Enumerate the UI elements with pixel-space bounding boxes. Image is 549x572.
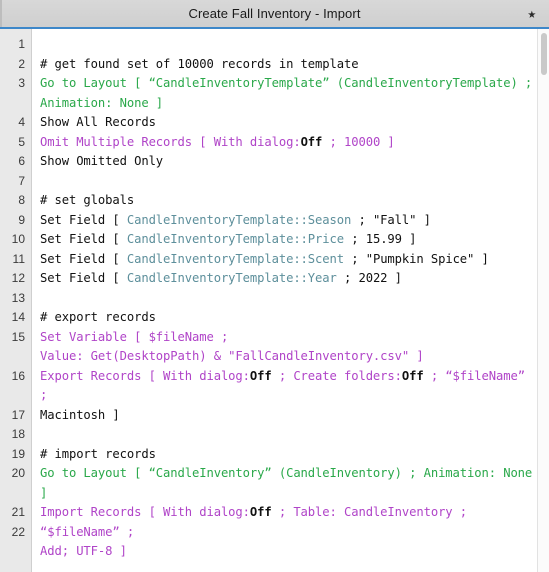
script-step-line-4[interactable]: Show All Records [40, 113, 537, 133]
field-reference-scent: CandleInventoryTemplate::Scent [126, 251, 344, 266]
line-number: 2 [18, 56, 25, 71]
export-charset-arg: Macintosh ] [40, 407, 120, 422]
import-records-step-label: Import Records [ With dialog: [40, 505, 250, 519]
comment-text: # export records [40, 310, 156, 324]
set-field-value-season: ; "Fall" ] [351, 212, 431, 227]
line-number: 19 [11, 446, 25, 461]
page-title: Create Fall Inventory - Import [188, 6, 361, 21]
line-number: 8 [18, 193, 25, 207]
script-step-line-21[interactable] [40, 562, 537, 572]
script-step-line-6[interactable]: Show Omitted Only [40, 152, 537, 172]
script-step-line-16[interactable]: Export Records [ With dialog:Off ; Creat… [40, 367, 537, 426]
line-number: 18 [11, 427, 25, 441]
line-number: 22 [11, 524, 25, 539]
script-step-line-17[interactable] [40, 425, 537, 445]
script-step-line-20[interactable]: Import Records [ With dialog:Off ; Table… [40, 503, 537, 562]
set-field-value-year: ; 2022 ] [336, 271, 402, 285]
line-number: 16 [11, 368, 25, 383]
vertical-scrollbar[interactable] [537, 29, 549, 572]
line-number: 20 [11, 466, 25, 480]
goto-layout-candleinventory-step: Go to Layout [ “CandleInventory” (Candle… [40, 466, 540, 500]
script-step-line-9[interactable]: Set Field [ CandleInventoryTemplate::Sea… [40, 211, 537, 231]
line-number: 7 [18, 173, 25, 188]
export-dialog-value: Off [249, 368, 272, 383]
script-step-line-14[interactable]: # export records [40, 308, 537, 328]
script-workspace-window: Create Fall Inventory - Import ★ 1 2 3 4… [0, 0, 549, 572]
window-titlebar: Create Fall Inventory - Import ★ [0, 0, 549, 29]
set-field-keyword: Set Field [ [40, 271, 127, 285]
set-field-keyword: Set Field [ [40, 251, 127, 266]
line-number: 14 [11, 310, 25, 324]
line-number: 4 [18, 115, 25, 129]
import-mode-args: Add; UTF-8 ] [40, 544, 127, 558]
line-number: 3 [18, 76, 25, 90]
set-field-keyword: Set Field [ [40, 232, 127, 246]
omit-multiple-step-args: ; 10000 ] [322, 134, 395, 149]
script-step-line-3[interactable]: Go to Layout [ “CandleInventoryTemplate”… [40, 74, 537, 113]
comment-text: # set globals [40, 193, 135, 207]
set-field-value-scent: ; "Pumpkin Spice" ] [344, 251, 489, 266]
line-number: 21 [11, 505, 25, 519]
field-reference-price: CandleInventoryTemplate::Price [126, 232, 344, 246]
comment-text: # import records [40, 446, 156, 461]
titlebar-left-edge [0, 0, 2, 27]
vertical-scrollbar-thumb[interactable] [541, 33, 547, 75]
script-step-list[interactable]: # get found set of 10000 records in temp… [32, 29, 549, 572]
omit-dialog-value: Off [300, 134, 323, 149]
import-dialog-value: Off [249, 505, 272, 519]
field-reference-season: CandleInventoryTemplate::Season [126, 212, 352, 227]
script-step-line-19[interactable]: Go to Layout [ “CandleInventory” (Candle… [40, 464, 537, 503]
line-number: 17 [11, 407, 25, 422]
set-field-keyword: Set Field [ [40, 212, 127, 227]
line-number: 11 [12, 251, 25, 266]
goto-layout-step-part1: Go to Layout [ “CandleInventoryTemplate”… [40, 76, 533, 90]
line-number-gutter: 1 2 3 4 5 6 7 8 9 10 11 12 13 14 15 16 1… [0, 29, 32, 572]
line-number: 5 [18, 134, 25, 149]
omit-multiple-step-label: Omit Multiple Records [ With dialog: [40, 134, 301, 149]
script-step-line-8[interactable]: # set globals [40, 191, 537, 211]
script-step-line-12[interactable]: Set Field [ CandleInventoryTemplate::Yea… [40, 269, 537, 289]
line-number: 1 [18, 37, 25, 51]
show-omitted-only-step: Show Omitted Only [40, 154, 164, 168]
script-editor[interactable]: 1 2 3 4 5 6 7 8 9 10 11 12 13 14 15 16 1… [0, 29, 549, 572]
show-all-records-step: Show All Records [40, 115, 156, 129]
script-step-line-10[interactable]: Set Field [ CandleInventoryTemplate::Pri… [40, 230, 537, 250]
set-variable-step-part2: Value: Get(DesktopPath) & "FallCandleInv… [40, 349, 424, 363]
script-step-line-5[interactable]: Omit Multiple Records [ With dialog:Off … [40, 133, 537, 153]
field-reference-year: CandleInventoryTemplate::Year [126, 271, 337, 285]
script-step-line-15[interactable]: Set Variable [ $fileName ; Value: Get(Des… [40, 328, 537, 367]
script-step-line-2[interactable]: # get found set of 10000 records in temp… [40, 55, 537, 75]
script-step-line-1[interactable] [40, 35, 537, 55]
goto-layout-step-part2: Animation: None ] [40, 95, 164, 110]
script-step-line-13[interactable] [40, 289, 537, 309]
line-number: 6 [18, 154, 25, 168]
export-create-folders-value: Off [401, 368, 424, 383]
export-records-step-label: Export Records [ With dialog: [40, 368, 250, 383]
line-number: 12 [11, 271, 25, 285]
script-step-line-18[interactable]: # import records [40, 445, 537, 465]
line-number: 10 [11, 232, 25, 246]
line-number: 13 [11, 290, 25, 305]
script-step-line-11[interactable]: Set Field [ CandleInventoryTemplate::Sce… [40, 250, 537, 270]
set-variable-step-part1: Set Variable [ $fileName ; [40, 329, 229, 344]
comment-text: # get found set of 10000 records in temp… [40, 56, 359, 71]
line-number: 15 [11, 329, 25, 344]
script-step-line-7[interactable] [40, 172, 537, 192]
export-create-folders-label: ; Create folders: [271, 368, 402, 383]
set-field-value-price: ; 15.99 ] [344, 232, 417, 246]
favorite-star-icon[interactable]: ★ [528, 7, 536, 21]
line-number: 9 [18, 212, 25, 227]
